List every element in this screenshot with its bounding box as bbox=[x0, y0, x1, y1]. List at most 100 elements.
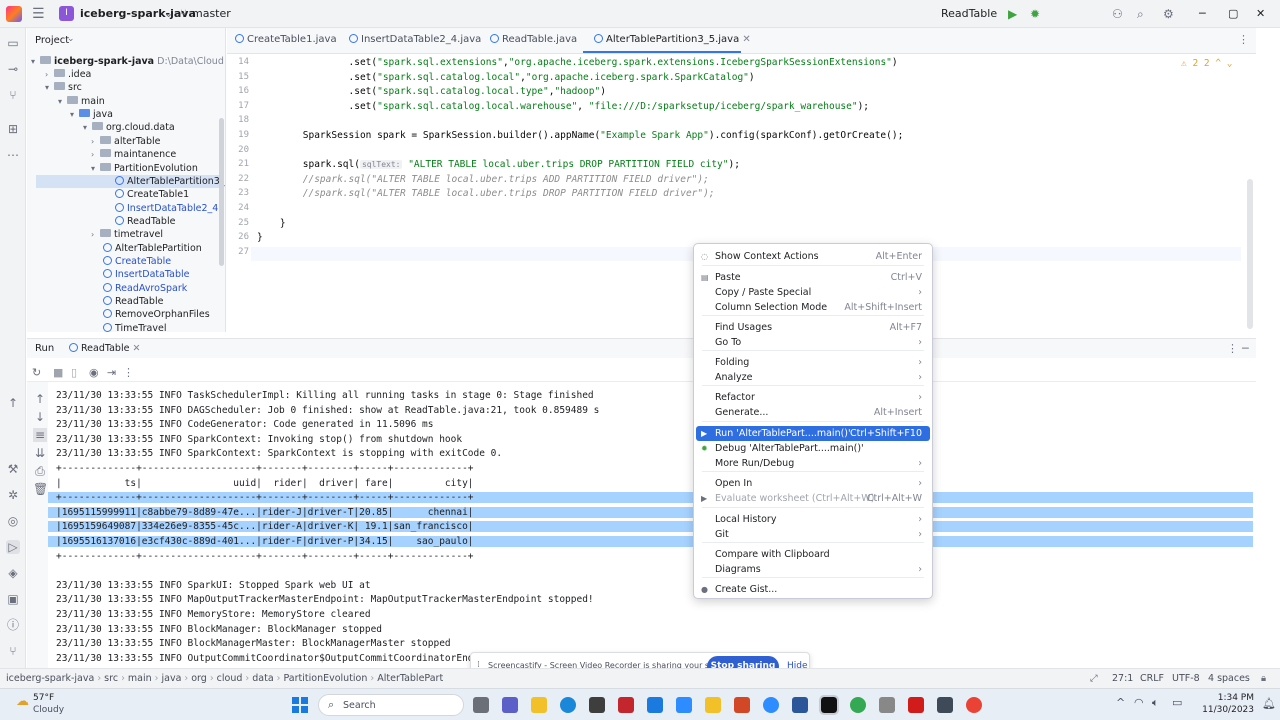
tree-item-idea[interactable]: › .idea bbox=[45, 68, 91, 81]
trash-icon[interactable]: 🗑 bbox=[33, 482, 48, 496]
caret-position[interactable]: 27:1 bbox=[1112, 673, 1133, 684]
zoom-icon[interactable] bbox=[676, 697, 692, 713]
tree-item-main[interactable]: ▾ main bbox=[58, 95, 105, 108]
tree-item-insertdatatable2-4[interactable]: InsertDataTable2_4 bbox=[115, 202, 218, 215]
clock-date[interactable]: 11/30/2023 bbox=[1200, 705, 1254, 715]
branch-switcher[interactable]: master bbox=[192, 7, 231, 20]
outlook-icon[interactable] bbox=[647, 697, 663, 713]
menu-item-git[interactable]: Git › bbox=[696, 527, 930, 542]
tree-item-readavrospark[interactable]: ReadAvroSpark bbox=[103, 282, 187, 295]
close-tab-icon[interactable]: ✕ bbox=[132, 343, 140, 354]
tray-chevron-icon[interactable]: ^ bbox=[1116, 696, 1125, 709]
tree-item-altertablepartition[interactable]: AlterTablePartition bbox=[103, 242, 202, 255]
close-icon[interactable]: ✕ bbox=[1256, 7, 1265, 20]
app-icon[interactable] bbox=[879, 697, 895, 713]
tree-item-root[interactable]: ▾ iceberg-spark-java D:\Data\Cloud & AI\T bbox=[31, 55, 225, 68]
menu-item-copy-paste-special[interactable]: Copy / Paste Special › bbox=[696, 285, 930, 300]
acrobat-icon[interactable] bbox=[908, 697, 924, 713]
breadcrumb-item[interactable]: main bbox=[128, 673, 152, 684]
menu-item-analyze[interactable]: Analyze › bbox=[696, 370, 930, 385]
project-scrollbar[interactable] bbox=[219, 118, 224, 266]
terminal-icon[interactable]: ▣ bbox=[6, 592, 20, 606]
more-options-icon[interactable]: ⋮ bbox=[1238, 33, 1249, 46]
menu-item-show-context-actions[interactable]: ◌ Show Context Actions Alt+Enter bbox=[696, 249, 930, 264]
services-icon[interactable]: ✲ bbox=[6, 488, 20, 502]
code-line[interactable]: .set("spark.sql.catalog.local.warehouse"… bbox=[257, 101, 870, 112]
soft-wrap-icon[interactable]: ≡ bbox=[33, 428, 47, 442]
main-menu-icon[interactable]: ☰ bbox=[32, 6, 45, 22]
breadcrumb-item[interactable]: java bbox=[161, 673, 181, 684]
tree-item-src[interactable]: ▾ src bbox=[45, 81, 82, 94]
code-line[interactable]: .set("spark.sql.extensions","org.apache.… bbox=[257, 57, 898, 68]
menu-item-create-gist[interactable]: ● Create Gist... bbox=[696, 582, 930, 597]
tree-item-createtable[interactable]: CreateTable bbox=[103, 255, 171, 268]
breadcrumb-item[interactable]: org bbox=[191, 673, 207, 684]
notes-icon[interactable] bbox=[705, 697, 721, 713]
zoom-meeting-icon[interactable] bbox=[763, 697, 779, 713]
run-dashboard-icon[interactable]: ◎ bbox=[6, 514, 20, 528]
build-tool-icon[interactable]: ⚒ bbox=[6, 462, 20, 476]
close-tab-icon[interactable]: ✕ bbox=[742, 34, 750, 45]
minimize-panel-icon[interactable]: ─ bbox=[1242, 342, 1249, 355]
tree-item-timetravel-pkg[interactable]: › timetravel bbox=[91, 228, 163, 241]
gear-icon[interactable]: ⚙ bbox=[1163, 7, 1174, 21]
tab-createtable1[interactable]: CreateTable1.java bbox=[235, 34, 337, 45]
tree-item-timetravel[interactable]: TimeTravel bbox=[103, 322, 167, 332]
user-icon[interactable]: ⚇ bbox=[1112, 7, 1123, 21]
tree-item-maintanence[interactable]: › maintanence bbox=[91, 148, 176, 161]
tree-item-removeorphanfiles[interactable]: RemoveOrphanFiles bbox=[103, 308, 210, 321]
menu-item-run-altertablepart-main[interactable]: ▶ Run 'AlterTablePart....main()' Ctrl+Shif… bbox=[696, 426, 930, 441]
breadcrumb-item[interactable]: src bbox=[104, 673, 118, 684]
menu-item-go-to[interactable]: Go To › bbox=[696, 335, 930, 350]
wifi-icon[interactable]: ◠ bbox=[1134, 696, 1144, 709]
mcafee-icon[interactable] bbox=[618, 697, 634, 713]
more-options-icon[interactable]: ⋮ bbox=[123, 366, 134, 379]
file-encoding[interactable]: UTF-8 bbox=[1172, 673, 1200, 684]
teams-icon[interactable] bbox=[502, 697, 518, 713]
code-line[interactable]: } bbox=[257, 232, 263, 243]
menu-item-local-history[interactable]: Local History › bbox=[696, 512, 930, 527]
volume-icon[interactable]: 🔈︎ bbox=[1152, 696, 1159, 710]
task-view-icon[interactable] bbox=[473, 697, 489, 713]
menu-item-open-in[interactable]: Open In › bbox=[696, 476, 930, 491]
code-line[interactable]: spark.sql(sqlText: "ALTER TABLE local.ub… bbox=[257, 159, 740, 170]
arrow-up-icon[interactable]: ↑ bbox=[33, 392, 47, 406]
chrome-icon[interactable] bbox=[850, 697, 866, 713]
minimize-icon[interactable]: ─ bbox=[1199, 7, 1206, 20]
layers-icon[interactable]: ◈ bbox=[6, 566, 20, 580]
chrome-profile-icon[interactable] bbox=[966, 697, 982, 713]
run-config-selector[interactable]: ReadTable bbox=[941, 7, 997, 20]
menu-item-paste[interactable]: ▤ Paste Ctrl+V bbox=[696, 270, 930, 285]
inspection-widget[interactable]: ⚠ 2 2 ^ ⌄ bbox=[1181, 58, 1233, 69]
code-line[interactable]: SparkSession spark = SparkSession.builde… bbox=[257, 130, 904, 141]
project-switcher[interactable]: iceberg-spark-java bbox=[80, 7, 196, 20]
breadcrumb-item[interactable]: cloud bbox=[217, 673, 243, 684]
line-separator[interactable]: CRLF bbox=[1140, 673, 1164, 684]
menu-item-diagrams[interactable]: Diagrams › bbox=[696, 562, 930, 577]
git-tool-icon[interactable]: ⑂ bbox=[6, 644, 20, 658]
menu-item-evaluate-worksheet-ctrl-alt-w[interactable]: ▶ Evaluate worksheet (Ctrl+Alt+W) Ctrl+Alt… bbox=[696, 491, 930, 506]
menu-item-more-run-debug[interactable]: More Run/Debug › bbox=[696, 456, 930, 471]
file-explorer-icon[interactable] bbox=[531, 697, 547, 713]
chevron-down-icon[interactable]: ⌄ bbox=[67, 34, 75, 44]
intellij-taskbar-icon[interactable] bbox=[819, 695, 839, 715]
tree-item-readtable[interactable]: ReadTable bbox=[115, 215, 175, 228]
editor-scrollbar[interactable] bbox=[1247, 179, 1253, 329]
tab-insertdatatable2-4[interactable]: InsertDataTable2_4.java bbox=[349, 34, 481, 45]
breadcrumb-item[interactable]: iceberg-spark-java bbox=[6, 673, 94, 684]
project-tool-icon[interactable]: ▭ bbox=[6, 36, 20, 50]
battery-icon[interactable]: ▭ bbox=[1172, 696, 1182, 709]
breadcrumb-item[interactable]: AlterTablePart bbox=[377, 673, 443, 684]
lock-icon[interactable]: 🔒︎ bbox=[1261, 673, 1266, 684]
menu-item-refactor[interactable]: Refactor › bbox=[696, 390, 930, 405]
store-icon[interactable] bbox=[589, 697, 605, 713]
problems-icon[interactable]: ⓘ bbox=[6, 618, 20, 632]
stop-icon[interactable]: ■ bbox=[53, 366, 63, 379]
tree-item-insertdatatable[interactable]: InsertDataTable bbox=[103, 268, 190, 281]
menu-item-compare-with-clipboard[interactable]: Compare with Clipboard bbox=[696, 547, 930, 562]
run-tool-icon[interactable]: ▷ bbox=[6, 540, 20, 554]
code-line[interactable]: //spark.sql("ALTER TABLE local.uber.trip… bbox=[257, 188, 715, 199]
maximize-icon[interactable]: ▢ bbox=[1228, 7, 1238, 20]
edge-icon[interactable] bbox=[560, 697, 576, 713]
up-arrow-icon[interactable]: ↑ bbox=[6, 396, 20, 410]
